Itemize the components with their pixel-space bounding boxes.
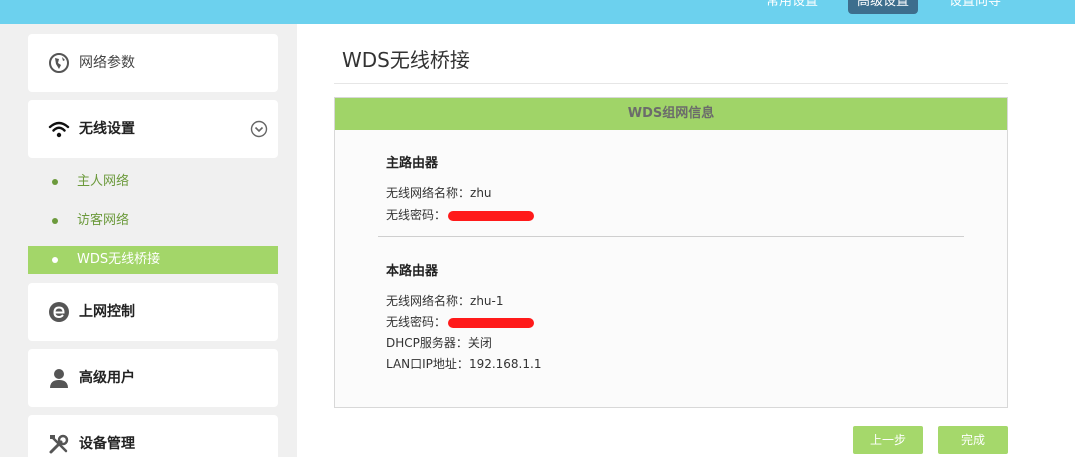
sidebar-subitem-guest-network[interactable]: 访客网络 bbox=[28, 207, 278, 235]
ssid-value: zhu-1 bbox=[470, 294, 504, 308]
sidebar-subitem-wds-bridge[interactable]: WDS无线桥接 bbox=[28, 246, 278, 274]
redacted-password bbox=[448, 210, 535, 221]
password-label: 无线密码： bbox=[386, 208, 447, 222]
main-router-title: 主路由器 bbox=[386, 156, 439, 171]
nav-common-settings[interactable]: 常用设置 bbox=[752, 0, 832, 14]
nav-setup-wizard[interactable]: 设置向导 bbox=[935, 0, 1015, 14]
ssid-value: zhu bbox=[470, 186, 492, 200]
section-divider bbox=[378, 236, 964, 237]
dhcp-value: 关闭 bbox=[467, 336, 492, 350]
sidebar-item-device-management[interactable]: 设备管理 bbox=[28, 415, 278, 473]
dhcp-label: DHCP服务器： bbox=[386, 336, 468, 350]
password-label: 无线密码： bbox=[386, 315, 447, 329]
sidebar-item-label: 高级用户 bbox=[79, 370, 135, 386]
main-router-password: 无线密码： bbox=[386, 206, 535, 223]
tools-icon bbox=[48, 433, 70, 455]
bullet-dot-icon bbox=[52, 257, 58, 263]
ssid-label: 无线网络名称： bbox=[386, 186, 471, 200]
sidebar-item-label: 网络参数 bbox=[79, 55, 135, 71]
sidebar-item-network-params[interactable]: 网络参数 bbox=[28, 34, 278, 92]
this-router-lan-ip: LAN口IP地址：192.168.1.1 bbox=[386, 355, 541, 372]
sidebar-subitem-label: 主人网络 bbox=[77, 174, 130, 189]
wds-info-panel: WDS组网信息 主路由器 无线网络名称：zhu 无线密码： 本路由器 无线网络名… bbox=[334, 97, 1008, 408]
globe-icon bbox=[48, 52, 70, 74]
this-router-ssid: 无线网络名称：zhu-1 bbox=[386, 292, 504, 309]
ssid-label: 无线网络名称： bbox=[386, 294, 471, 308]
this-router-dhcp: DHCP服务器：关闭 bbox=[386, 334, 492, 351]
internet-e-icon bbox=[48, 301, 70, 323]
bullet-dot-icon bbox=[52, 179, 58, 185]
sidebar-item-advanced-users[interactable]: 高级用户 bbox=[28, 349, 278, 407]
main-router-ssid: 无线网络名称：zhu bbox=[386, 184, 492, 201]
sidebar-subitem-label: WDS无线桥接 bbox=[77, 252, 161, 267]
bullet-dot-icon bbox=[52, 218, 58, 224]
this-router-title: 本路由器 bbox=[386, 264, 439, 279]
panel-header: WDS组网信息 bbox=[335, 98, 1007, 130]
nav-advanced-settings[interactable]: 高级设置 bbox=[848, 0, 918, 14]
sidebar-subitem-label: 访客网络 bbox=[77, 213, 130, 228]
lan-ip-label: LAN口IP地址： bbox=[386, 357, 469, 371]
title-divider bbox=[334, 83, 1008, 84]
sidebar-subitem-host-network[interactable]: 主人网络 bbox=[28, 168, 278, 196]
sidebar-item-label: 设备管理 bbox=[79, 436, 135, 452]
finish-button[interactable]: 完成 bbox=[938, 426, 1008, 454]
top-bar: 常用设置 高级设置 设置向导 bbox=[0, 0, 1075, 24]
sidebar-item-label: 上网控制 bbox=[79, 304, 135, 320]
sidebar: 网络参数 无线设置 主人网络 访客网络 WDS无线桥接 上网控制 高级用户 设备… bbox=[0, 24, 297, 473]
redacted-password bbox=[448, 317, 535, 328]
previous-step-button[interactable]: 上一步 bbox=[853, 426, 923, 454]
chevron-down-icon[interactable] bbox=[250, 120, 268, 138]
sidebar-item-label: 无线设置 bbox=[79, 121, 135, 137]
sidebar-item-internet-control[interactable]: 上网控制 bbox=[28, 283, 278, 341]
user-icon bbox=[48, 367, 70, 389]
page-title: WDS无线桥接 bbox=[342, 48, 470, 72]
this-router-password: 无线密码： bbox=[386, 313, 535, 330]
wifi-icon bbox=[48, 118, 70, 140]
sidebar-item-wireless-settings[interactable]: 无线设置 bbox=[28, 100, 278, 158]
lan-ip-value: 192.168.1.1 bbox=[468, 357, 542, 371]
